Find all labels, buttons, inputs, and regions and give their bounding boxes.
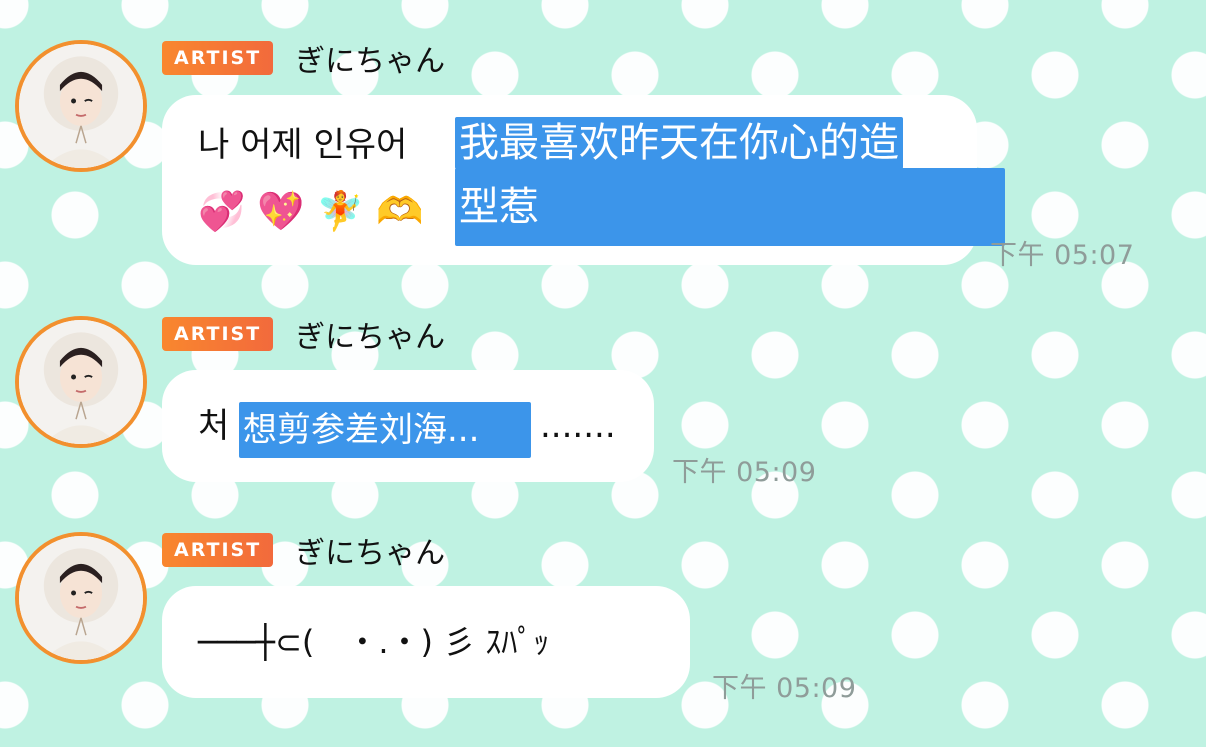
message-text: 처: [198, 406, 230, 446]
sender-name[interactable]: ぎにちゃん: [295, 312, 445, 356]
highlighted-text[interactable]: 我最喜欢昨天在你心的造: [455, 117, 903, 169]
avatar[interactable]: [15, 532, 147, 664]
sender-name[interactable]: ぎにちゃん: [295, 36, 445, 80]
avatar-photo: [19, 536, 143, 660]
artist-badge: ARTIST: [162, 317, 274, 351]
timestamp: 下午 05:09: [672, 457, 817, 488]
message-text: ───┼⊂( ・.・) 彡 ｽﾊﾟｯ: [198, 623, 550, 661]
message-header: ARTIST ぎにちゃん: [162, 312, 445, 356]
timestamp: 下午 05:09: [712, 673, 857, 704]
message-bubble[interactable]: ───┼⊂( ・.・) 彡 ｽﾊﾟｯ: [162, 586, 690, 698]
artist-badge: ARTIST: [162, 533, 274, 567]
sender-name[interactable]: ぎにちゃん: [295, 528, 445, 572]
emoji-row: 💞 💖 🧚 🫶: [198, 189, 424, 233]
avatar[interactable]: [15, 40, 147, 172]
message-header: ARTIST ぎにちゃん: [162, 528, 445, 572]
avatar-photo: [19, 320, 143, 444]
highlighted-text[interactable]: 想剪参差刘海...: [239, 402, 531, 458]
message-trailing-text: .......: [540, 406, 616, 446]
avatar-photo: [19, 44, 143, 168]
message-header: ARTIST ぎにちゃん: [162, 36, 445, 80]
avatar[interactable]: [15, 316, 147, 448]
artist-badge: ARTIST: [162, 41, 274, 75]
message-text: 나 어제 인유어: [198, 125, 408, 165]
highlighted-text[interactable]: 型惹: [455, 168, 1005, 246]
timestamp: 下午 05:07: [990, 240, 1135, 271]
